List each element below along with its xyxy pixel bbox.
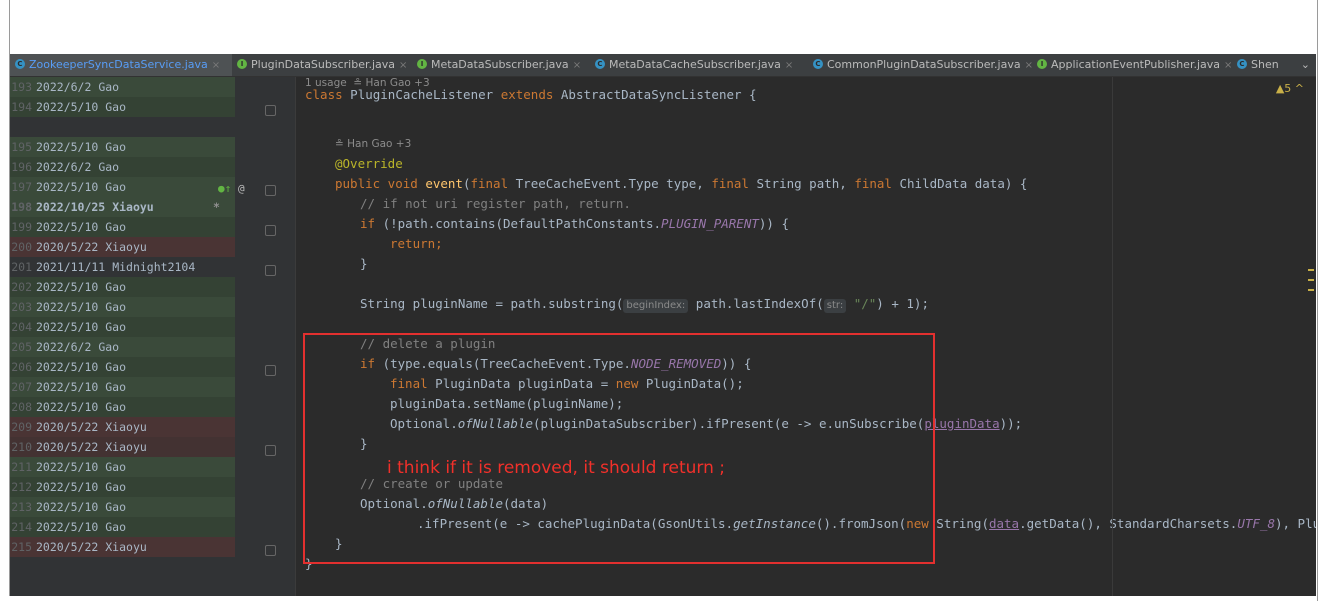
blame-row[interactable]: 194 2022/5/10 Gao — [10, 97, 235, 117]
annotation-highlight-box — [303, 333, 935, 564]
scrollbar-marker[interactable] — [1308, 289, 1314, 291]
warnings-indicator[interactable]: ▲5 ^ — [1276, 82, 1304, 95]
code-line: class PluginCacheListener extends Abstra… — [305, 87, 757, 102]
blame-row[interactable]: 215 2020/5/22 Xiaoyu — [10, 537, 235, 557]
close-icon[interactable]: × — [573, 60, 581, 71]
window-bottom-edge — [9, 596, 1317, 601]
code-comment: // if not uri register path, return. — [360, 196, 631, 211]
blame-row — [10, 117, 235, 137]
code-line: return; — [390, 236, 443, 251]
blame-row[interactable]: 212 2022/5/10 Gao — [10, 477, 235, 497]
blame-row[interactable]: 209 2020/5/22 Xiaoyu — [10, 417, 235, 437]
blame-row[interactable]: 205 2022/6/2 Gao — [10, 337, 235, 357]
blame-row[interactable]: 202 2022/5/10 Gao — [10, 277, 235, 297]
blame-row[interactable]: 213 2022/5/10 Gao — [10, 497, 235, 517]
annotation-note: i think if it is removed, it should retu… — [387, 458, 725, 478]
class-icon: C — [15, 59, 25, 69]
interface-icon: I — [417, 59, 427, 69]
blame-row[interactable]: 204 2022/5/10 Gao — [10, 317, 235, 337]
code-line: if (!path.contains(DefaultPathConstants.… — [360, 216, 789, 231]
blame-row[interactable]: 201 2021/11/11 Midnight2104 — [10, 257, 235, 277]
fold-toggle-icon[interactable] — [265, 225, 276, 236]
fold-toggle-icon[interactable] — [265, 445, 276, 456]
implements-marker-icon[interactable]: ●↑ — [218, 182, 231, 195]
blame-row[interactable]: 200 2020/5/22 Xiaoyu — [10, 237, 235, 257]
tab-application-event-publisher[interactable]: I ApplicationEventPublisher.java × — [1032, 54, 1232, 76]
override-marker-icon[interactable]: @ — [238, 182, 245, 195]
blame-row[interactable]: 198 2022/10/25 Xiaoyu * — [10, 197, 235, 217]
blame-row[interactable]: 195 2022/5/10 Gao — [10, 137, 235, 157]
author-inlay-hint[interactable]: ≗ Han Gao +3 — [335, 134, 411, 154]
right-margin-guide — [1112, 77, 1113, 596]
blame-row[interactable]: 199 2022/5/10 Gao — [10, 217, 235, 237]
tab-meta-data-cache-subscriber[interactable]: C MetaDataCacheSubscriber.java × — [590, 54, 808, 76]
fold-toggle-icon[interactable] — [265, 265, 276, 276]
tab-zookeeper-sync-data-service[interactable]: C ZookeeperSyncDataService.java × — [10, 54, 232, 76]
blame-row[interactable]: 211 2022/5/10 Gao — [10, 457, 235, 477]
tab-plugin-data-subscriber[interactable]: I PluginDataSubscriber.java × — [232, 54, 412, 76]
blame-row[interactable]: 197 2022/5/10 Gao — [10, 177, 235, 197]
blame-row[interactable]: 193 2022/6/2 Gao — [10, 77, 235, 97]
close-icon[interactable]: × — [399, 60, 407, 71]
blame-row[interactable]: 210 2020/5/22 Xiaoyu — [10, 437, 235, 457]
code-line: @Override — [335, 156, 403, 171]
code-line: public void event(final TreeCacheEvent.T… — [335, 176, 1028, 191]
scrollbar-marker[interactable] — [1308, 269, 1314, 271]
param-hint: str: — [823, 299, 847, 313]
blame-row[interactable]: 206 2022/5/10 Gao — [10, 357, 235, 377]
fold-toggle-icon[interactable] — [265, 185, 276, 196]
class-icon: C — [595, 59, 605, 69]
editor-tab-bar: C ZookeeperSyncDataService.java × I PluginD… — [10, 54, 1316, 77]
fold-toggle-icon[interactable] — [265, 365, 276, 376]
class-icon: C — [813, 59, 823, 69]
scrollbar-marker[interactable] — [1308, 279, 1314, 281]
class-icon: C — [1237, 59, 1247, 69]
editor-gutter — [235, 77, 296, 596]
blame-annotations: 193 2022/6/2 Gao 194 2022/5/10 Gao 195 2022… — [10, 77, 235, 596]
tab-overflow-chevron-down-icon[interactable]: ⌄ — [1294, 54, 1316, 76]
close-icon[interactable]: × — [785, 60, 793, 71]
code-line: } — [360, 256, 368, 271]
blame-row[interactable]: 208 2022/5/10 Gao — [10, 397, 235, 417]
close-icon[interactable]: × — [212, 60, 220, 71]
fold-toggle-icon[interactable] — [265, 545, 276, 556]
param-hint: beginIndex: — [623, 299, 689, 313]
blame-row[interactable]: 207 2022/5/10 Gao — [10, 377, 235, 397]
code-line: String pluginName = path.substring(begin… — [360, 296, 929, 313]
tab-shen[interactable]: C Shen — [1232, 54, 1292, 76]
tab-meta-data-subscriber[interactable]: I MetaDataSubscriber.java × — [412, 54, 590, 76]
blame-row[interactable]: 196 2022/6/2 Gao — [10, 157, 235, 177]
fold-toggle-icon[interactable] — [265, 105, 276, 116]
blame-row[interactable]: 214 2022/5/10 Gao — [10, 517, 235, 537]
interface-icon: I — [1037, 59, 1047, 69]
interface-icon: I — [237, 59, 247, 69]
tab-common-plugin-data-subscriber[interactable]: C CommonPluginDataSubscriber.java × — [808, 54, 1033, 76]
blame-row[interactable]: 203 2022/5/10 Gao — [10, 297, 235, 317]
